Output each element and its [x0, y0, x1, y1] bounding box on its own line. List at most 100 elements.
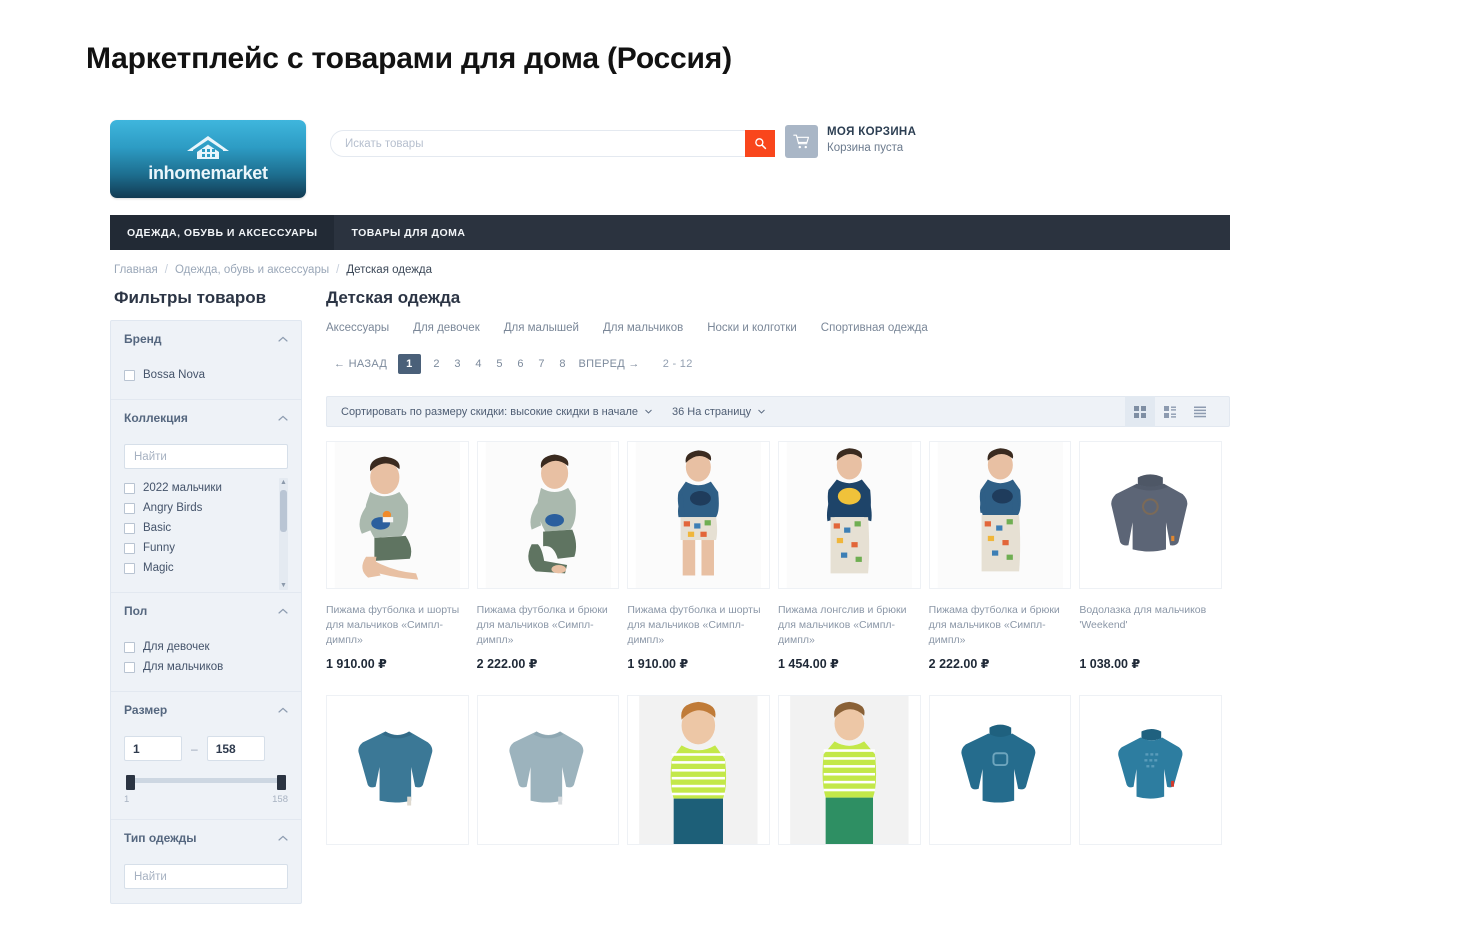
- checkbox-box[interactable]: [124, 369, 135, 381]
- checkbox-box[interactable]: [124, 661, 135, 673]
- size-min-input[interactable]: [124, 736, 182, 761]
- filter-group-collection-header[interactable]: Коллекция: [111, 400, 301, 435]
- product-card[interactable]: Пижама футболка и брюки для мальчиков «С…: [928, 441, 1080, 671]
- pagination-prev[interactable]: ← НАЗАД: [334, 358, 387, 370]
- pagination-page-4[interactable]: 4: [474, 358, 484, 370]
- filter-checkbox-for-girls[interactable]: Для девочек: [124, 637, 288, 657]
- grid-view-icon: [1134, 405, 1146, 418]
- chevron-up-icon[interactable]: [278, 415, 288, 421]
- product-image[interactable]: [928, 441, 1072, 589]
- product-image[interactable]: [326, 441, 469, 589]
- subcategory-accessories[interactable]: Аксессуары: [326, 322, 389, 334]
- scroll-up-icon[interactable]: ▲: [279, 478, 288, 487]
- product-image[interactable]: [1079, 441, 1222, 589]
- slider-handle-max[interactable]: [277, 775, 286, 790]
- product-image[interactable]: [476, 441, 620, 589]
- product-title[interactable]: Пижама футболка и шорты для мальчиков «С…: [627, 603, 770, 648]
- product-card[interactable]: [928, 695, 1080, 845]
- filter-checkbox-2022-boys[interactable]: 2022 мальчики: [124, 478, 274, 498]
- cart-widget[interactable]: МОЯ КОРЗИНА Корзина пуста: [785, 125, 916, 158]
- filter-group-gender-header[interactable]: Пол: [111, 593, 301, 628]
- product-image[interactable]: [778, 441, 921, 589]
- product-card[interactable]: Пижама лонгслив и брюки для мальчиков «С…: [778, 441, 929, 671]
- pagination-page-1[interactable]: 1: [398, 354, 421, 374]
- pagination-page-5[interactable]: 5: [495, 358, 505, 370]
- product-image[interactable]: [928, 695, 1072, 845]
- chevron-up-icon[interactable]: [278, 336, 288, 342]
- product-title[interactable]: Пижама лонгслив и брюки для мальчиков «С…: [778, 603, 921, 648]
- product-title[interactable]: Пижама футболка и брюки для мальчиков «С…: [477, 603, 620, 648]
- product-image[interactable]: [476, 695, 620, 845]
- view-mode-list[interactable]: [1185, 396, 1215, 427]
- product-card[interactable]: Водолазка для мальчиков 'Weekend' 1 038.…: [1079, 441, 1230, 671]
- filter-checkbox-for-boys[interactable]: Для мальчиков: [124, 657, 288, 677]
- size-range-slider[interactable]: [126, 775, 286, 790]
- pagination-next[interactable]: ВПЕРЕД →: [579, 358, 640, 370]
- breadcrumb-item-home[interactable]: Главная: [114, 264, 158, 276]
- filter-checkbox-bossa-nova[interactable]: Bossa Nova: [124, 365, 288, 385]
- product-image[interactable]: [627, 441, 770, 589]
- product-title[interactable]: Водолазка для мальчиков 'Weekend': [1079, 603, 1222, 648]
- product-card[interactable]: [1079, 695, 1230, 845]
- per-page-dropdown[interactable]: 36 На страницу: [672, 406, 766, 418]
- subcategory-for-girls[interactable]: Для девочек: [413, 322, 480, 334]
- scrollbar-thumb[interactable]: [280, 490, 287, 532]
- filter-group-size-header[interactable]: Размер: [111, 692, 301, 727]
- subcategory-for-boys[interactable]: Для мальчиков: [603, 322, 683, 334]
- search-input[interactable]: [330, 130, 745, 157]
- collection-scrollbar[interactable]: ▲ ▼: [279, 478, 288, 590]
- filter-group-gender-title: Пол: [124, 604, 148, 618]
- filter-checkbox-funny[interactable]: Funny: [124, 538, 274, 558]
- chevron-up-icon[interactable]: [278, 835, 288, 841]
- sort-dropdown[interactable]: Сортировать по размеру скидки: высокие с…: [341, 406, 652, 418]
- subcategory-sportswear[interactable]: Спортивная одежда: [821, 322, 928, 334]
- checkbox-box[interactable]: [124, 482, 135, 494]
- pagination-page-6[interactable]: 6: [516, 358, 526, 370]
- product-image[interactable]: [1079, 695, 1222, 845]
- checkbox-box[interactable]: [124, 542, 135, 554]
- filter-checkbox-magic[interactable]: Magic: [124, 558, 274, 578]
- nav-item-clothing[interactable]: ОДЕЖДА, ОБУВЬ И АКСЕССУАРЫ: [110, 215, 335, 250]
- checkbox-box[interactable]: [124, 562, 135, 574]
- view-mode-grid[interactable]: [1125, 396, 1155, 427]
- nav-item-home-goods[interactable]: ТОВАРЫ ДЛЯ ДОМА: [334, 215, 482, 250]
- filter-group-clothing-type-header[interactable]: Тип одежды: [111, 820, 301, 855]
- pagination-page-7[interactable]: 7: [537, 358, 547, 370]
- slider-handle-min[interactable]: [126, 775, 135, 790]
- view-mode-list-thumb[interactable]: [1155, 396, 1185, 427]
- scroll-down-icon[interactable]: ▼: [279, 581, 288, 590]
- product-title[interactable]: Пижама футболка и брюки для мальчиков «С…: [929, 603, 1072, 648]
- product-title[interactable]: Пижама футболка и шорты для мальчиков «С…: [326, 603, 469, 648]
- subcategory-for-toddlers[interactable]: Для малышей: [504, 322, 579, 334]
- pagination-page-8[interactable]: 8: [558, 358, 568, 370]
- product-image[interactable]: [627, 695, 770, 845]
- breadcrumb-item-clothing[interactable]: Одежда, обувь и аксессуары: [175, 264, 329, 276]
- site-logo[interactable]: inhomemarket: [110, 120, 306, 198]
- size-max-input[interactable]: [206, 736, 265, 761]
- product-grid-row-2: [326, 695, 1230, 845]
- product-card[interactable]: Пижама футболка и шорты для мальчиков «С…: [627, 441, 778, 671]
- product-card[interactable]: [627, 695, 778, 845]
- subcategory-socks-tights[interactable]: Носки и колготки: [707, 322, 797, 334]
- filter-checkbox-angry-birds[interactable]: Angry Birds: [124, 498, 274, 518]
- product-card[interactable]: [778, 695, 929, 845]
- product-card[interactable]: Пижама футболка и брюки для мальчиков «С…: [476, 441, 628, 671]
- chevron-up-icon[interactable]: [278, 707, 288, 713]
- product-card[interactable]: Пижама футболка и шорты для мальчиков «С…: [326, 441, 477, 671]
- product-grid-row-1: Пижама футболка и шорты для мальчиков «С…: [326, 441, 1230, 671]
- clothing-type-search-input[interactable]: [124, 864, 288, 889]
- checkbox-box[interactable]: [124, 641, 135, 653]
- product-image[interactable]: [326, 695, 469, 845]
- product-card[interactable]: [476, 695, 628, 845]
- filter-checkbox-basic[interactable]: Basic: [124, 518, 274, 538]
- search-button[interactable]: [745, 130, 775, 157]
- product-card[interactable]: [326, 695, 477, 845]
- collection-search-input[interactable]: [124, 444, 288, 469]
- product-image[interactable]: [778, 695, 921, 845]
- checkbox-box[interactable]: [124, 522, 135, 534]
- pagination-page-2[interactable]: 2: [432, 358, 442, 370]
- pagination-page-3[interactable]: 3: [453, 358, 463, 370]
- filter-group-brand-header[interactable]: Бренд: [111, 321, 301, 356]
- checkbox-box[interactable]: [124, 502, 135, 514]
- chevron-up-icon[interactable]: [278, 608, 288, 614]
